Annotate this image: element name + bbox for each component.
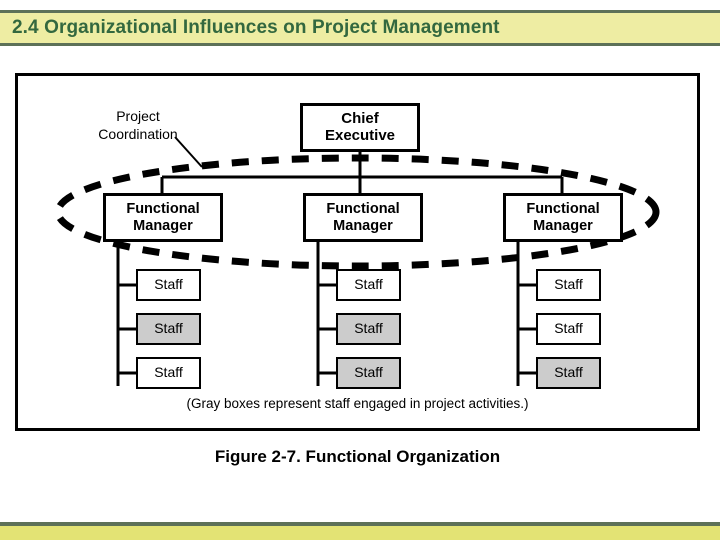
node-staff-c2-r3-label: Staff <box>354 364 383 381</box>
node-staff-c1-r1[interactable]: Staff <box>136 269 201 301</box>
node-staff-c2-r3[interactable]: Staff <box>336 357 401 389</box>
node-staff-c1-r3[interactable]: Staff <box>136 357 201 389</box>
node-chief-executive[interactable]: Chief Executive <box>300 103 420 152</box>
node-staff-c2-r1-label: Staff <box>354 276 383 293</box>
node-functional-manager-3-line2: Manager <box>533 217 593 234</box>
node-functional-manager-1-line2: Manager <box>133 217 193 234</box>
node-chief-executive-line1: Chief <box>341 109 379 127</box>
annotation-project-coordination-line2: Coordination <box>98 125 178 142</box>
node-staff-c3-r1-label: Staff <box>554 276 583 293</box>
node-staff-c3-r1[interactable]: Staff <box>536 269 601 301</box>
node-staff-c3-r2[interactable]: Staff <box>536 313 601 345</box>
node-functional-manager-1-label: Functional Manager <box>126 201 199 233</box>
node-functional-manager-2-line1: Functional <box>326 201 400 218</box>
node-staff-c2-r1[interactable]: Staff <box>336 269 401 301</box>
node-staff-c2-r2[interactable]: Staff <box>336 313 401 345</box>
node-staff-c3-r3-label: Staff <box>554 364 583 381</box>
node-staff-c3-r2-label: Staff <box>554 320 583 337</box>
node-staff-c1-r2-label: Staff <box>154 320 183 337</box>
node-functional-manager-1-line1: Functional <box>126 201 200 218</box>
annotation-project-coordination: Project Coordination <box>78 108 198 143</box>
node-functional-manager-2-line2: Manager <box>333 217 393 234</box>
node-staff-c1-r3-label: Staff <box>154 364 183 381</box>
node-chief-executive-line2: Executive <box>324 126 396 144</box>
slide-header-band: 2.4 Organizational Influences on Project… <box>0 10 720 46</box>
legend-note: (Gray boxes represent staff engaged in p… <box>186 396 529 411</box>
node-functional-manager-3[interactable]: Functional Manager <box>503 193 623 242</box>
node-functional-manager-1[interactable]: Functional Manager <box>103 193 223 242</box>
node-functional-manager-2-label: Functional Manager <box>326 201 399 233</box>
node-chief-executive-label: Chief Executive <box>324 109 396 145</box>
node-functional-manager-3-label: Functional Manager <box>526 201 599 233</box>
slide-footer-band <box>0 526 720 540</box>
figure-caption: Figure 2-7. Functional Organization <box>214 447 501 466</box>
annotation-project-coordination-line1: Project <box>116 108 160 124</box>
node-staff-c1-r2[interactable]: Staff <box>136 313 201 345</box>
node-staff-c3-r3[interactable]: Staff <box>536 357 601 389</box>
node-staff-c2-r2-label: Staff <box>354 320 383 337</box>
node-functional-manager-2[interactable]: Functional Manager <box>303 193 423 242</box>
node-staff-c1-r1-label: Staff <box>154 276 183 293</box>
node-functional-manager-3-line1: Functional <box>526 201 600 218</box>
page-title: 2.4 Organizational Influences on Project… <box>12 17 500 38</box>
